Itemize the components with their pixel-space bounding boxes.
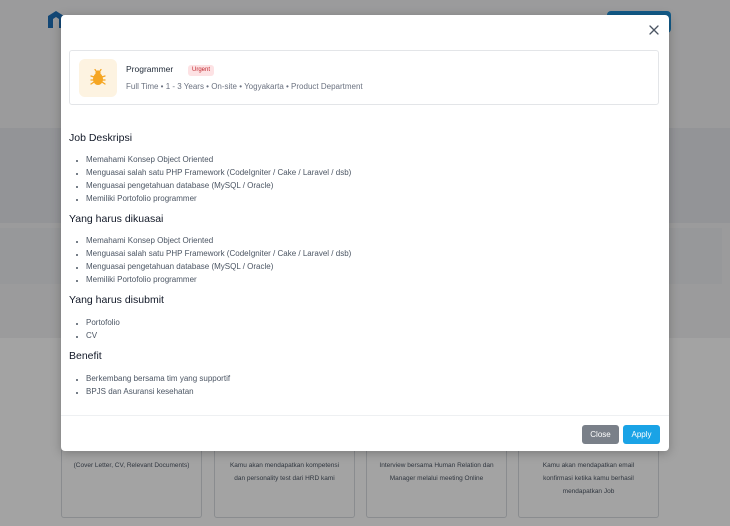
job-title: Programmer bbox=[126, 64, 174, 74]
job-deskripsi-list: Memahami Konsep Object Oriented Menguasa… bbox=[69, 153, 351, 205]
list-item: Memahami Konsep Object Oriented bbox=[86, 153, 351, 166]
yang-harus-dikuasai-list: Memahami Konsep Object Oriented Menguasa… bbox=[69, 234, 351, 286]
job-icon-container bbox=[79, 59, 117, 97]
list-item: Memiliki Portofolio programmer bbox=[86, 192, 351, 205]
list-item: BPJS dan Asuransi kesehatan bbox=[86, 385, 230, 398]
section-heading-yang-harus-dikuasai: Yang harus dikuasai bbox=[69, 213, 164, 225]
job-detail-modal: Programmer Urgent Full Time • 1 - 3 Year… bbox=[61, 15, 669, 451]
job-summary-card: Programmer Urgent Full Time • 1 - 3 Year… bbox=[69, 50, 659, 105]
list-item: Berkembang bersama tim yang supportif bbox=[86, 372, 230, 385]
section-heading-yang-harus-disubmit: Yang harus disubmit bbox=[69, 294, 164, 306]
list-item: Menguasai pengetahuan database (MySQL / … bbox=[86, 179, 351, 192]
close-button[interactable]: Close bbox=[582, 425, 619, 444]
list-item: Memiliki Portofolio programmer bbox=[86, 273, 351, 286]
section-heading-benefit: Benefit bbox=[69, 350, 102, 362]
modal-footer-divider bbox=[61, 415, 669, 416]
section-heading-job-deskripsi: Job Deskripsi bbox=[69, 132, 133, 144]
list-item: Portofolio bbox=[86, 316, 120, 329]
bug-icon bbox=[90, 68, 106, 85]
yang-harus-disubmit-list: Portofolio CV bbox=[69, 316, 120, 342]
urgent-badge: Urgent bbox=[188, 65, 215, 76]
list-item: Menguasai salah satu PHP Framework (Code… bbox=[86, 247, 351, 260]
list-item: CV bbox=[86, 329, 120, 342]
benefit-list: Berkembang bersama tim yang supportif BP… bbox=[69, 372, 230, 398]
list-item: Memahami Konsep Object Oriented bbox=[86, 234, 351, 247]
job-meta: Full Time • 1 - 3 Years • On-site • Yogy… bbox=[126, 82, 363, 91]
close-icon[interactable] bbox=[647, 23, 661, 37]
list-item: Menguasai pengetahuan database (MySQL / … bbox=[86, 260, 351, 273]
apply-button[interactable]: Apply bbox=[623, 425, 660, 444]
list-item: Menguasai salah satu PHP Framework (Code… bbox=[86, 166, 351, 179]
